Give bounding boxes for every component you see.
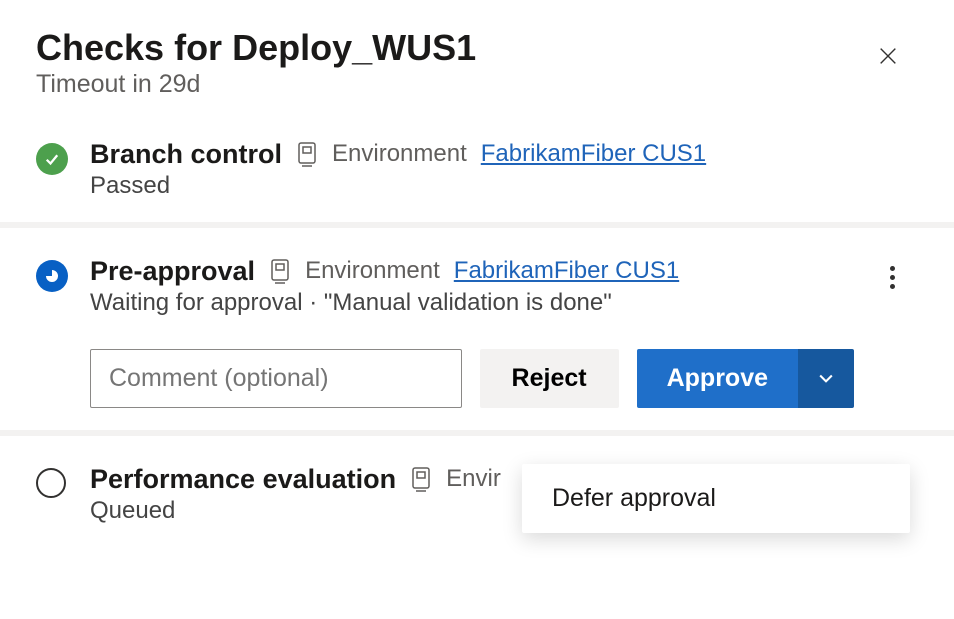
- approve-split-button: Approve: [637, 349, 854, 408]
- check-item-branch-control: Branch control Environment FabrikamFiber…: [36, 139, 918, 222]
- separator: [0, 430, 954, 436]
- environment-icon: [410, 466, 432, 492]
- close-icon: [877, 45, 899, 67]
- environment-label: Environment: [332, 140, 467, 168]
- timeout-subtitle: Timeout in 29d: [36, 70, 476, 99]
- chevron-down-icon: [816, 368, 836, 388]
- environment-icon: [269, 258, 291, 284]
- comment-input[interactable]: [90, 349, 462, 408]
- check-item-pre-approval: Pre-approval Environment FabrikamFiber C…: [36, 256, 918, 430]
- close-button[interactable]: [868, 36, 908, 76]
- environment-label-partial: Envir: [446, 465, 501, 493]
- check-status: Waiting for approval · "Manual validatio…: [90, 289, 854, 317]
- approve-dropdown-button[interactable]: [798, 349, 854, 408]
- status-waiting-icon: [36, 260, 68, 292]
- defer-approval-item[interactable]: Defer approval: [552, 484, 880, 513]
- environment-link[interactable]: FabrikamFiber CUS1: [454, 257, 679, 285]
- check-name: Branch control: [90, 139, 282, 170]
- environment-label: Environment: [305, 257, 440, 285]
- reject-button[interactable]: Reject: [480, 349, 619, 408]
- environment-icon: [296, 141, 318, 167]
- approve-dropdown-menu: Defer approval: [522, 464, 910, 533]
- environment-link[interactable]: FabrikamFiber CUS1: [481, 140, 706, 168]
- separator: [0, 222, 954, 228]
- panel-title: Checks for Deploy_WUS1: [36, 28, 476, 68]
- check-name: Pre-approval: [90, 256, 255, 287]
- status-passed-icon: [36, 143, 68, 175]
- check-name: Performance evaluation: [90, 464, 396, 495]
- more-actions-button[interactable]: [876, 262, 908, 294]
- check-status: Passed: [90, 172, 918, 200]
- approve-button[interactable]: Approve: [637, 349, 798, 408]
- status-queued-icon: [36, 468, 66, 498]
